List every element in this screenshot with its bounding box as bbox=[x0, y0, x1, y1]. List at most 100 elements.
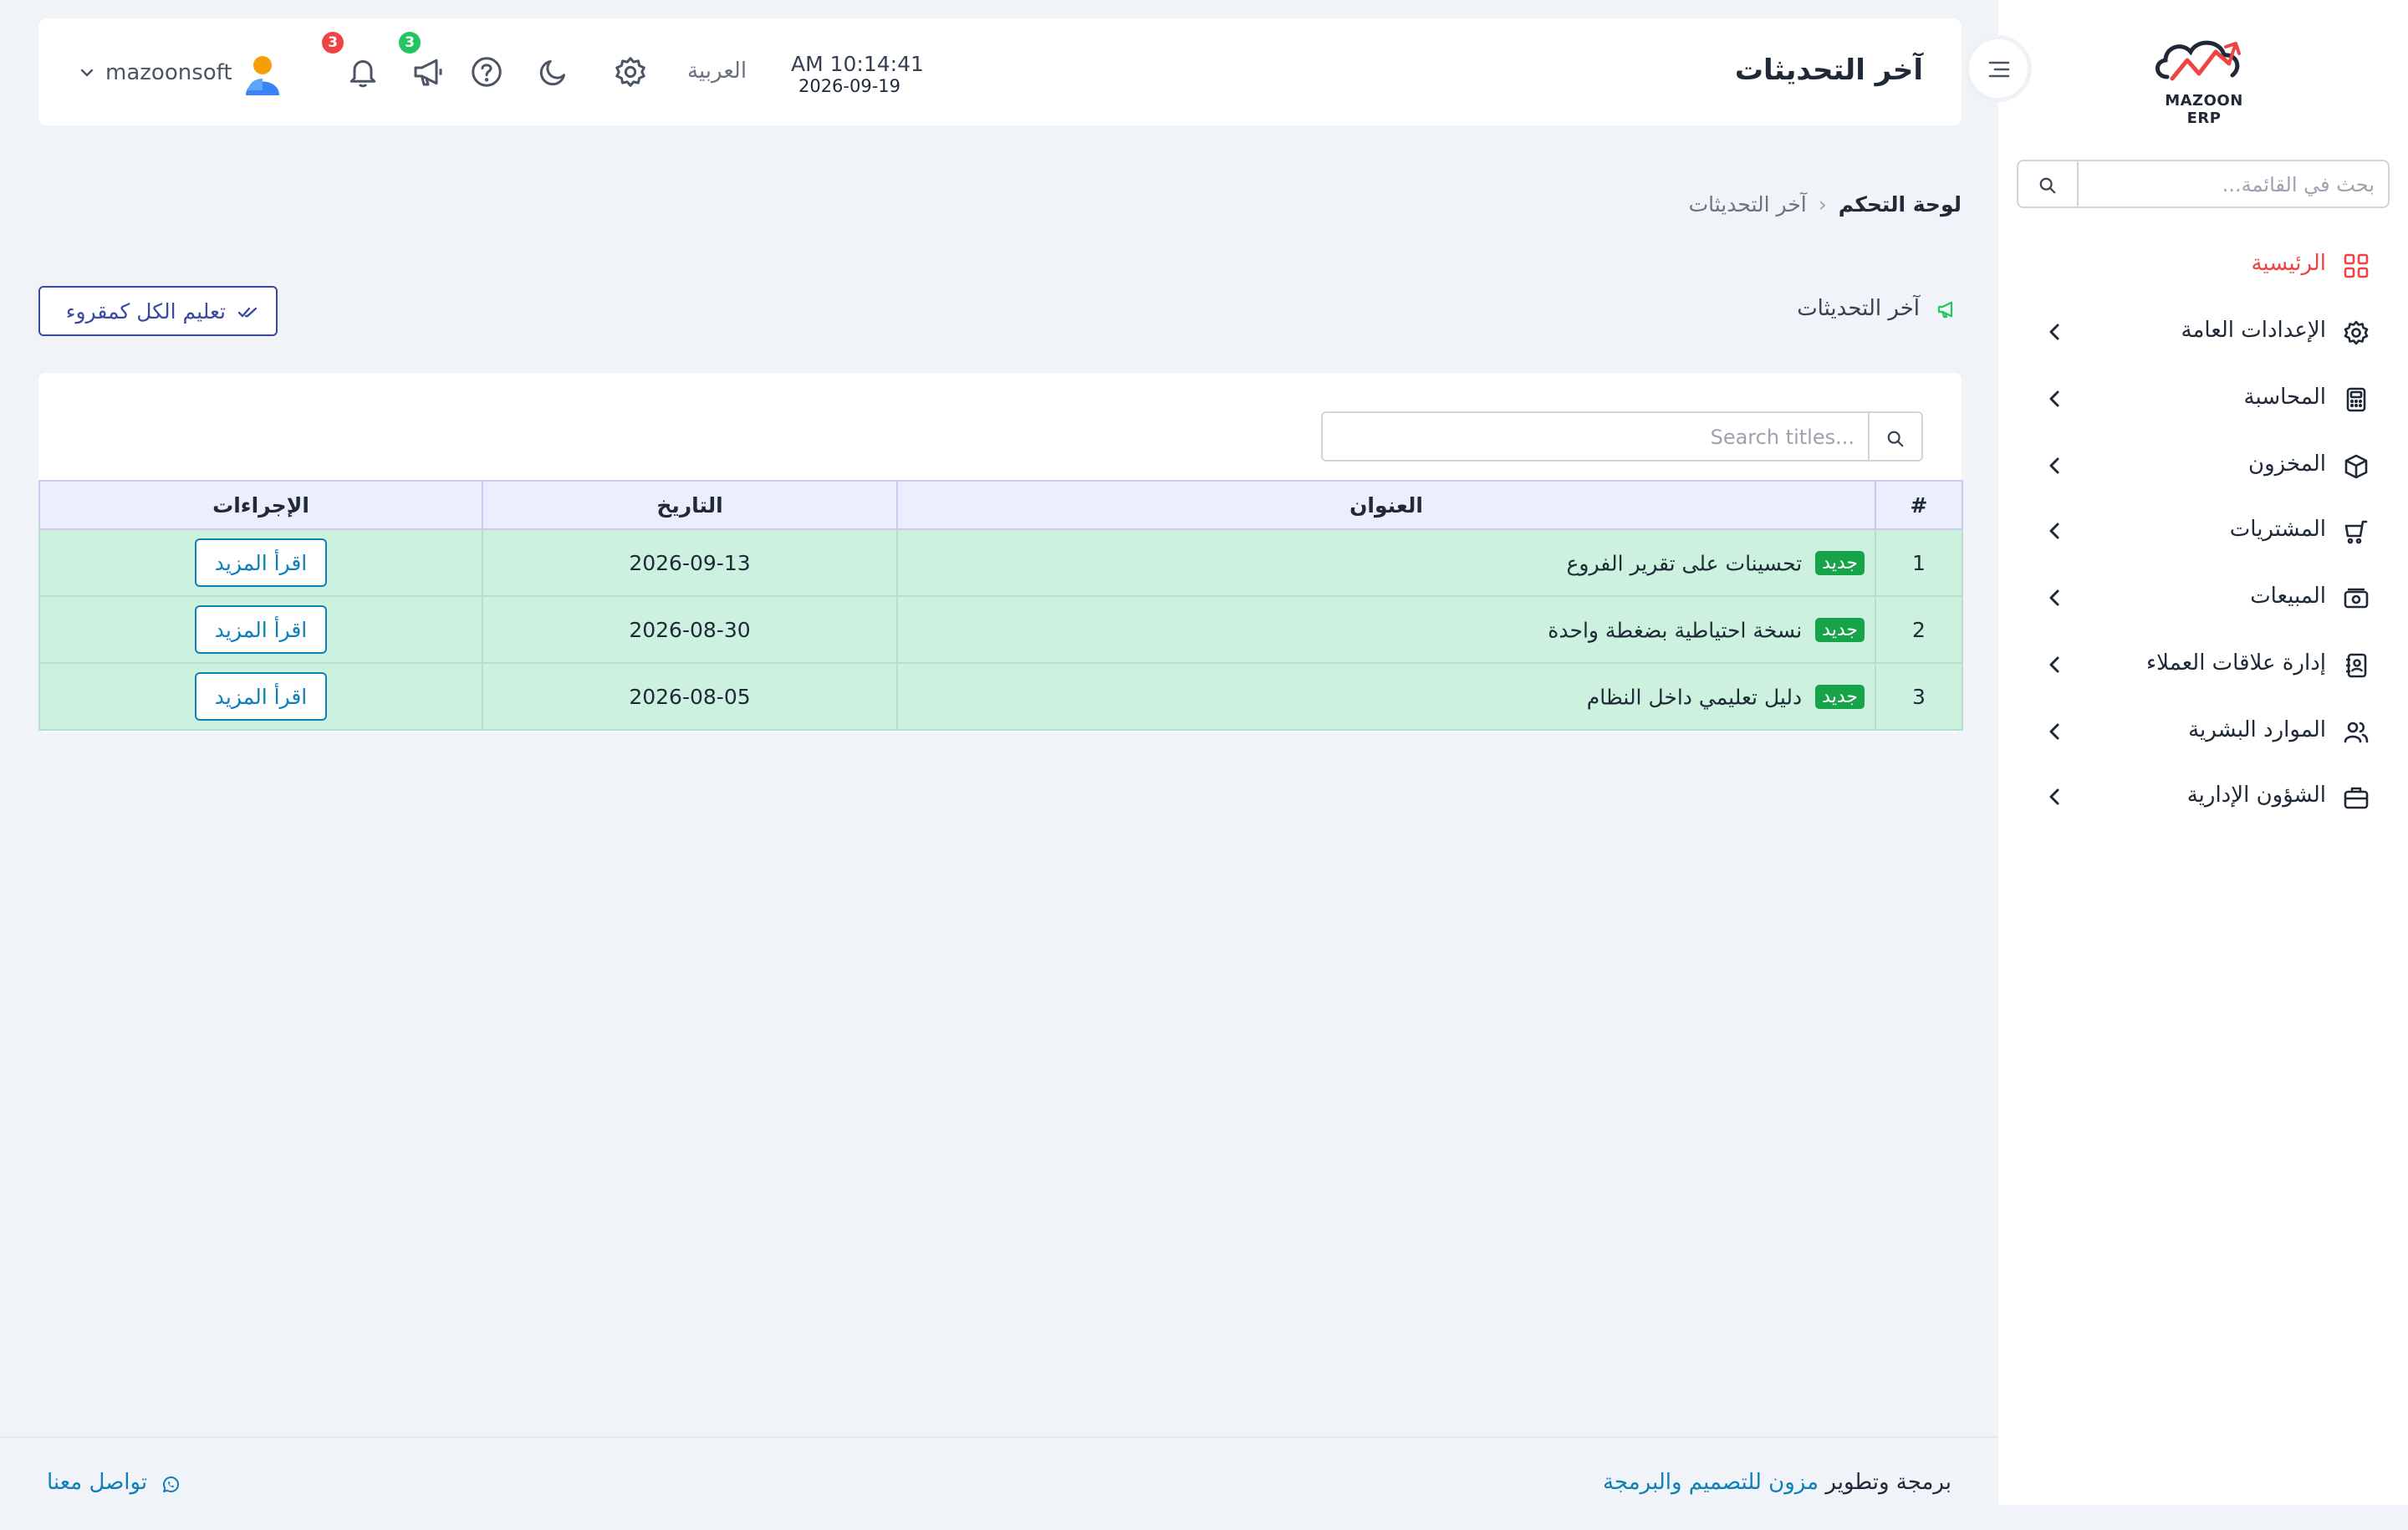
sidebar-item-label: المبيعات bbox=[2250, 584, 2326, 609]
mark-all-read-button[interactable]: تعليم الكل كمقروء bbox=[38, 286, 278, 336]
sidebar-item-label: المشتريات bbox=[2229, 517, 2326, 542]
read-more-button[interactable]: اقرأ المزيد bbox=[195, 605, 327, 654]
row-title: دليل تعليمي داخل النظام bbox=[1586, 685, 1803, 710]
box-icon bbox=[2343, 453, 2370, 480]
logo-text: MAZOON ERP bbox=[2165, 92, 2243, 127]
sidebar: MAZOON ERP الرئيسية الإعدادات العامة bbox=[1998, 0, 2408, 1505]
chevron-left-icon bbox=[2048, 723, 2060, 740]
sidebar-item-label: إدارة علاقات العملاء bbox=[2145, 650, 2326, 676]
search-divider bbox=[1868, 413, 1870, 460]
row-index: 2 bbox=[1875, 595, 1963, 664]
sidebar-item-admin-affairs[interactable]: الشؤون الإدارية bbox=[1998, 768, 2408, 826]
sidebar-item-label: المخزون bbox=[2248, 451, 2326, 477]
contact-us-link[interactable]: تواصل معنا bbox=[47, 1470, 147, 1495]
sidebar-item-purchases[interactable]: المشتريات bbox=[1998, 502, 2408, 560]
chevron-left-icon bbox=[2048, 656, 2060, 673]
sidebar-item-inventory[interactable]: المخزون bbox=[1998, 436, 2408, 495]
row-title: نسخة احتياطية بضغطة واحدة bbox=[1548, 618, 1803, 643]
cash-icon bbox=[2343, 585, 2370, 612]
help-question-icon[interactable] bbox=[470, 55, 503, 89]
briefcase-icon bbox=[2343, 784, 2370, 811]
chevron-left-icon bbox=[2048, 523, 2060, 539]
chevron-left-icon bbox=[2048, 390, 2060, 407]
logo-mark-icon bbox=[2155, 40, 2241, 81]
clock-date: 2026-09-19 bbox=[798, 76, 901, 96]
dark-mode-moon-icon[interactable] bbox=[537, 55, 570, 89]
table-header-row: # العنوان التاريخ الإجراءات bbox=[38, 480, 1963, 530]
username[interactable]: mazoonsoft bbox=[105, 60, 232, 85]
sidebar-item-accounting[interactable]: المحاسبة bbox=[1998, 370, 2408, 428]
chevron-left-icon bbox=[2048, 589, 2060, 606]
sidebar-item-crm[interactable]: إدارة علاقات العملاء bbox=[1998, 635, 2408, 694]
column-header-actions: الإجراءات bbox=[38, 480, 483, 530]
chevron-down-icon[interactable] bbox=[80, 69, 94, 77]
sidebar-item-label: الموارد البشرية bbox=[2188, 717, 2326, 742]
calculator-icon bbox=[2343, 386, 2370, 413]
sidebar-search-input[interactable] bbox=[2090, 168, 2375, 201]
row-actions: اقرأ المزيد bbox=[38, 528, 483, 597]
notifications-bell-icon[interactable] bbox=[346, 55, 380, 89]
sidebar-item-label: الشؤون الإدارية bbox=[2186, 783, 2326, 808]
row-title-cell: جديد نسخة احتياطية بضغطة واحدة bbox=[896, 595, 1876, 664]
column-header-date: التاريخ bbox=[482, 480, 898, 530]
user-avatar[interactable] bbox=[242, 54, 283, 95]
search-divider bbox=[2077, 161, 2079, 207]
brand-logo[interactable]: MAZOON ERP bbox=[2149, 30, 2259, 127]
table-row: 3 جديد دليل تعليمي داخل النظام 2026-08-05… bbox=[38, 662, 1963, 731]
row-date: 2026-08-30 bbox=[482, 595, 898, 664]
language-switch[interactable]: العربية bbox=[687, 59, 747, 84]
table-search bbox=[1321, 411, 1923, 462]
chevron-left-icon bbox=[2048, 324, 2060, 340]
clock: AM 10:14:41 2026-09-19 bbox=[791, 52, 924, 96]
section-title: آخر التحديثات bbox=[1797, 296, 1920, 321]
announcements-count-badge: 3 bbox=[399, 32, 421, 54]
row-index: 3 bbox=[1875, 662, 1963, 731]
table-row: 1 جديد تحسينات على تقرير الفروع 2026-09-1… bbox=[38, 528, 1963, 597]
breadcrumb: لوحة التحكم ‹ آخر التحديثات bbox=[1689, 192, 1962, 217]
megaphone-icon bbox=[1936, 299, 1956, 319]
cart-icon bbox=[2343, 518, 2370, 545]
row-date: 2026-08-05 bbox=[482, 662, 898, 731]
column-header-title: العنوان bbox=[896, 480, 1876, 530]
search-icon[interactable] bbox=[2038, 176, 2057, 195]
notifications-count-badge: 3 bbox=[322, 32, 344, 54]
chevron-left-icon bbox=[2048, 788, 2060, 805]
footer-credit: برمجة وتطوير مزون للتصميم والبرمجة bbox=[1603, 1470, 1951, 1495]
row-actions: اقرأ المزيد bbox=[38, 662, 483, 731]
row-title-cell: جديد دليل تعليمي داخل النظام bbox=[896, 662, 1876, 731]
chevron-left-icon bbox=[2048, 457, 2060, 474]
sidebar-item-sales[interactable]: المبيعات bbox=[1998, 569, 2408, 627]
table-row: 2 جديد نسخة احتياطية بضغطة واحدة 2026-08-… bbox=[38, 595, 1963, 664]
gear-icon bbox=[2343, 319, 2370, 346]
footer: برمجة وتطوير مزون للتصميم والبرمجة تواصل… bbox=[0, 1436, 1998, 1530]
contacts-book-icon bbox=[2343, 652, 2370, 679]
settings-gear-icon[interactable] bbox=[614, 55, 647, 89]
whatsapp-icon[interactable] bbox=[161, 1475, 181, 1495]
clock-time: AM 10:14:41 bbox=[791, 52, 924, 76]
read-more-button[interactable]: اقرأ المزيد bbox=[195, 538, 327, 587]
row-date: 2026-09-13 bbox=[482, 528, 898, 597]
updates-card: # العنوان التاريخ الإجراءات 1 جديد تحسينا… bbox=[38, 373, 1963, 732]
top-header: آخر التحديثات AM 10:14:41 2026-09-19 الع… bbox=[38, 18, 1962, 125]
sidebar-item-home[interactable]: الرئيسية bbox=[1998, 236, 2408, 294]
announcements-megaphone-icon[interactable] bbox=[411, 55, 445, 89]
breadcrumb-root[interactable]: لوحة التحكم bbox=[1839, 192, 1962, 217]
row-title: تحسينات على تقرير الفروع bbox=[1566, 551, 1803, 576]
double-check-icon bbox=[237, 306, 259, 319]
sidebar-item-label: الإعدادات العامة bbox=[2181, 318, 2326, 343]
page-title: آخر التحديثات bbox=[1734, 54, 1923, 87]
read-more-button[interactable]: اقرأ المزيد bbox=[195, 672, 327, 721]
row-actions: اقرأ المزيد bbox=[38, 595, 483, 664]
new-badge: جديد bbox=[1815, 685, 1865, 710]
new-badge: جديد bbox=[1815, 618, 1865, 643]
grid-icon bbox=[2343, 252, 2370, 279]
search-icon[interactable] bbox=[1886, 430, 1905, 448]
sidebar-item-hr[interactable]: الموارد البشرية bbox=[1998, 702, 2408, 761]
search-titles-input[interactable] bbox=[1336, 421, 1854, 454]
company-link[interactable]: مزون للتصميم والبرمجة bbox=[1603, 1470, 1819, 1495]
new-badge: جديد bbox=[1815, 551, 1865, 576]
sidebar-toggle-button[interactable] bbox=[1965, 35, 2032, 102]
sidebar-item-label: المحاسبة bbox=[2243, 385, 2326, 410]
sidebar-item-general-settings[interactable]: الإعدادات العامة bbox=[1998, 303, 2408, 361]
row-title-cell: جديد تحسينات على تقرير الفروع bbox=[896, 528, 1876, 597]
